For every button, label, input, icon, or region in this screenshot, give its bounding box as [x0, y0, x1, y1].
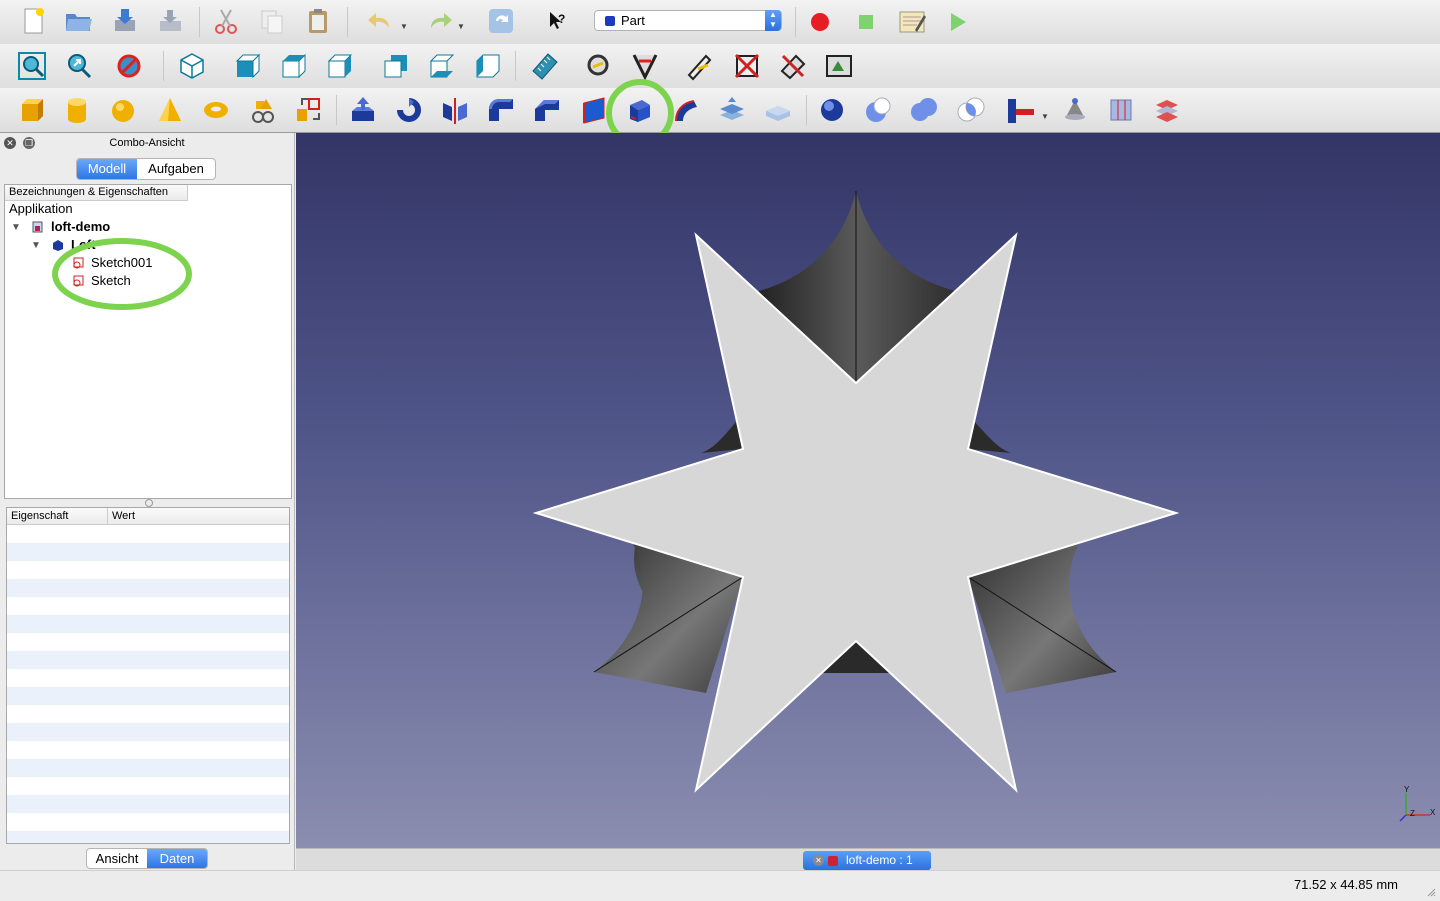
macro-run-icon[interactable]: [941, 5, 973, 37]
measure-toggle-delta-icon[interactable]: [823, 50, 855, 82]
part-fillet-icon[interactable]: [485, 94, 517, 126]
part-torus-icon[interactable]: [200, 94, 232, 126]
view-toolbar: [0, 44, 1440, 89]
tree-header: Bezeichnungen & Eigenschaften: [5, 185, 188, 201]
document-tab-label: loft-demo : 1: [846, 853, 913, 867]
tab-ansicht[interactable]: Ansicht: [87, 849, 147, 868]
cut-icon[interactable]: [210, 5, 242, 37]
part-revolve-icon[interactable]: [393, 94, 425, 126]
measure-clear-icon[interactable]: [731, 50, 763, 82]
workbench-selector[interactable]: Part ▲ ▼: [594, 10, 782, 31]
workbench-selector-value: Part: [621, 13, 645, 28]
part-box-icon[interactable]: [16, 94, 48, 126]
part-compound-tools-icon[interactable]: [1151, 94, 1183, 126]
view-isometric-icon[interactable]: [176, 50, 208, 82]
fit-selection-icon[interactable]: [63, 50, 95, 82]
axis-cross-indicator: Y X Z: [1396, 785, 1440, 825]
part-shape-builder-icon[interactable]: [292, 94, 324, 126]
part-cone-icon[interactable]: [154, 94, 186, 126]
property-rows: [7, 525, 289, 843]
part-cross-sections-icon[interactable]: [1105, 94, 1137, 126]
draw-style-icon[interactable]: [114, 50, 146, 82]
property-editor: Eigenschaft Wert: [6, 507, 290, 844]
measure-refresh-icon[interactable]: [685, 50, 717, 82]
part-workbench-icon: [605, 15, 615, 26]
view-right-icon[interactable]: [324, 50, 356, 82]
macro-record-icon[interactable]: [804, 5, 836, 37]
undo-dropdown-icon[interactable]: ▼: [400, 22, 408, 31]
measure-distance-icon[interactable]: [529, 50, 561, 82]
save-as-icon[interactable]: [154, 5, 186, 37]
tree-item-document[interactable]: loft-demo: [51, 218, 110, 236]
part-section-icon[interactable]: [1059, 94, 1091, 126]
paste-icon[interactable]: [302, 5, 334, 37]
part-cylinder-icon[interactable]: [61, 94, 93, 126]
axis-y-label: Y: [1404, 785, 1410, 794]
part-extrude-icon[interactable]: [347, 94, 379, 126]
view-bottom-icon[interactable]: [426, 50, 458, 82]
copy-icon[interactable]: [256, 5, 288, 37]
redo-icon[interactable]: [424, 5, 456, 37]
measure-toggle-3d-icon[interactable]: [777, 50, 809, 82]
tab-daten[interactable]: Daten: [147, 849, 207, 868]
axis-z-label: Z: [1410, 809, 1415, 818]
3d-viewport[interactable]: Y X Z: [296, 133, 1440, 848]
property-header: Eigenschaft Wert: [7, 508, 289, 525]
document-tab[interactable]: ✕ loft-demo : 1: [803, 851, 931, 870]
axis-x-label: X: [1430, 808, 1436, 817]
part-toolbar: ▼: [0, 79, 1440, 147]
part-boolean-icon[interactable]: [816, 94, 848, 126]
whats-this-icon[interactable]: ?: [541, 5, 573, 37]
part-thickness-icon[interactable]: [762, 94, 794, 126]
document-tabbar: ✕ loft-demo : 1: [296, 848, 1440, 871]
value-column-header: Wert: [112, 510, 136, 522]
tree-application-label: Applikation: [9, 201, 73, 216]
combo-view-panel: ✕ ❐ Combo-Ansicht Modell Aufgaben Bezeic…: [0, 133, 295, 870]
view-left-icon[interactable]: [472, 50, 504, 82]
view-front-icon[interactable]: [232, 50, 264, 82]
part-join-features-icon[interactable]: [1005, 94, 1037, 126]
part-cut-icon[interactable]: [862, 94, 894, 126]
combo-view-title: Combo-Ansicht: [109, 137, 185, 149]
document-icon: [828, 855, 838, 866]
document-icon: [32, 221, 43, 233]
redo-dropdown-icon[interactable]: ▼: [457, 22, 465, 31]
close-tab-icon[interactable]: ✕: [813, 855, 824, 866]
svg-text:?: ?: [558, 12, 565, 26]
expand-arrow-icon[interactable]: ▼: [31, 240, 41, 251]
refresh-icon[interactable]: [485, 5, 517, 37]
join-features-dropdown-icon[interactable]: ▼: [1041, 112, 1049, 121]
tab-modell[interactable]: Modell: [77, 159, 137, 179]
property-column-header: Eigenschaft: [7, 508, 108, 524]
part-chamfer-icon[interactable]: [531, 94, 563, 126]
part-offset-icon[interactable]: [716, 94, 748, 126]
sketch-highlight-ring: [52, 238, 192, 310]
part-fuse-icon[interactable]: [908, 94, 940, 126]
loft-model-render: [532, 191, 1180, 793]
fit-all-icon[interactable]: [16, 50, 48, 82]
view-dimensions: 71.52 x 44.85 mm: [1293, 877, 1398, 892]
macro-edit-icon[interactable]: [896, 5, 928, 37]
model-tree: Bezeichnungen & Eigenschaften Applikatio…: [4, 184, 292, 499]
part-common-icon[interactable]: [955, 94, 987, 126]
combo-tabs: Modell Aufgaben: [76, 158, 216, 180]
splitter-handle[interactable]: [145, 499, 153, 507]
status-bar: 71.52 x 44.85 mm: [0, 870, 1440, 901]
property-tabs: Ansicht Daten: [86, 848, 208, 869]
part-sphere-icon[interactable]: [107, 94, 139, 126]
part-mirror-icon[interactable]: [439, 94, 471, 126]
open-folder-icon[interactable]: [62, 5, 94, 37]
save-icon[interactable]: [108, 5, 140, 37]
view-top-icon[interactable]: [278, 50, 310, 82]
new-document-icon[interactable]: [17, 5, 49, 37]
resize-grip-icon[interactable]: [1426, 887, 1436, 897]
part-primitives-icon[interactable]: [247, 94, 279, 126]
tab-aufgaben[interactable]: Aufgaben: [137, 159, 215, 179]
chevron-updown-icon: ▲ ▼: [765, 10, 781, 31]
macro-stop-icon[interactable]: [850, 5, 882, 37]
view-rear-icon[interactable]: [380, 50, 412, 82]
undo-icon[interactable]: [364, 5, 396, 37]
expand-arrow-icon[interactable]: ▼: [11, 222, 21, 233]
file-toolbar: ▼ ▼ ? Part ▲ ▼: [0, 0, 1440, 45]
